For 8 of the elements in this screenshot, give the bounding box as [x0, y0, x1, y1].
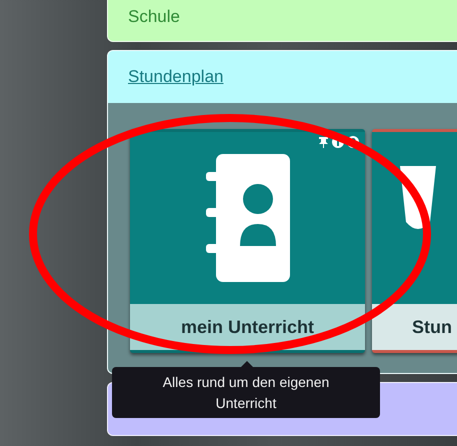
section-link[interactable]: Stundenplan [128, 67, 224, 87]
section-title: Schule [128, 7, 180, 27]
tooltip: Alles rund um den eigenen Unterricht [112, 367, 380, 418]
address-book-icon [206, 154, 290, 282]
cup-icon [400, 166, 436, 230]
app-tile[interactable]: Stun [372, 129, 457, 353]
pin-icon[interactable] [318, 136, 329, 148]
tile-label: Stun [372, 304, 457, 350]
